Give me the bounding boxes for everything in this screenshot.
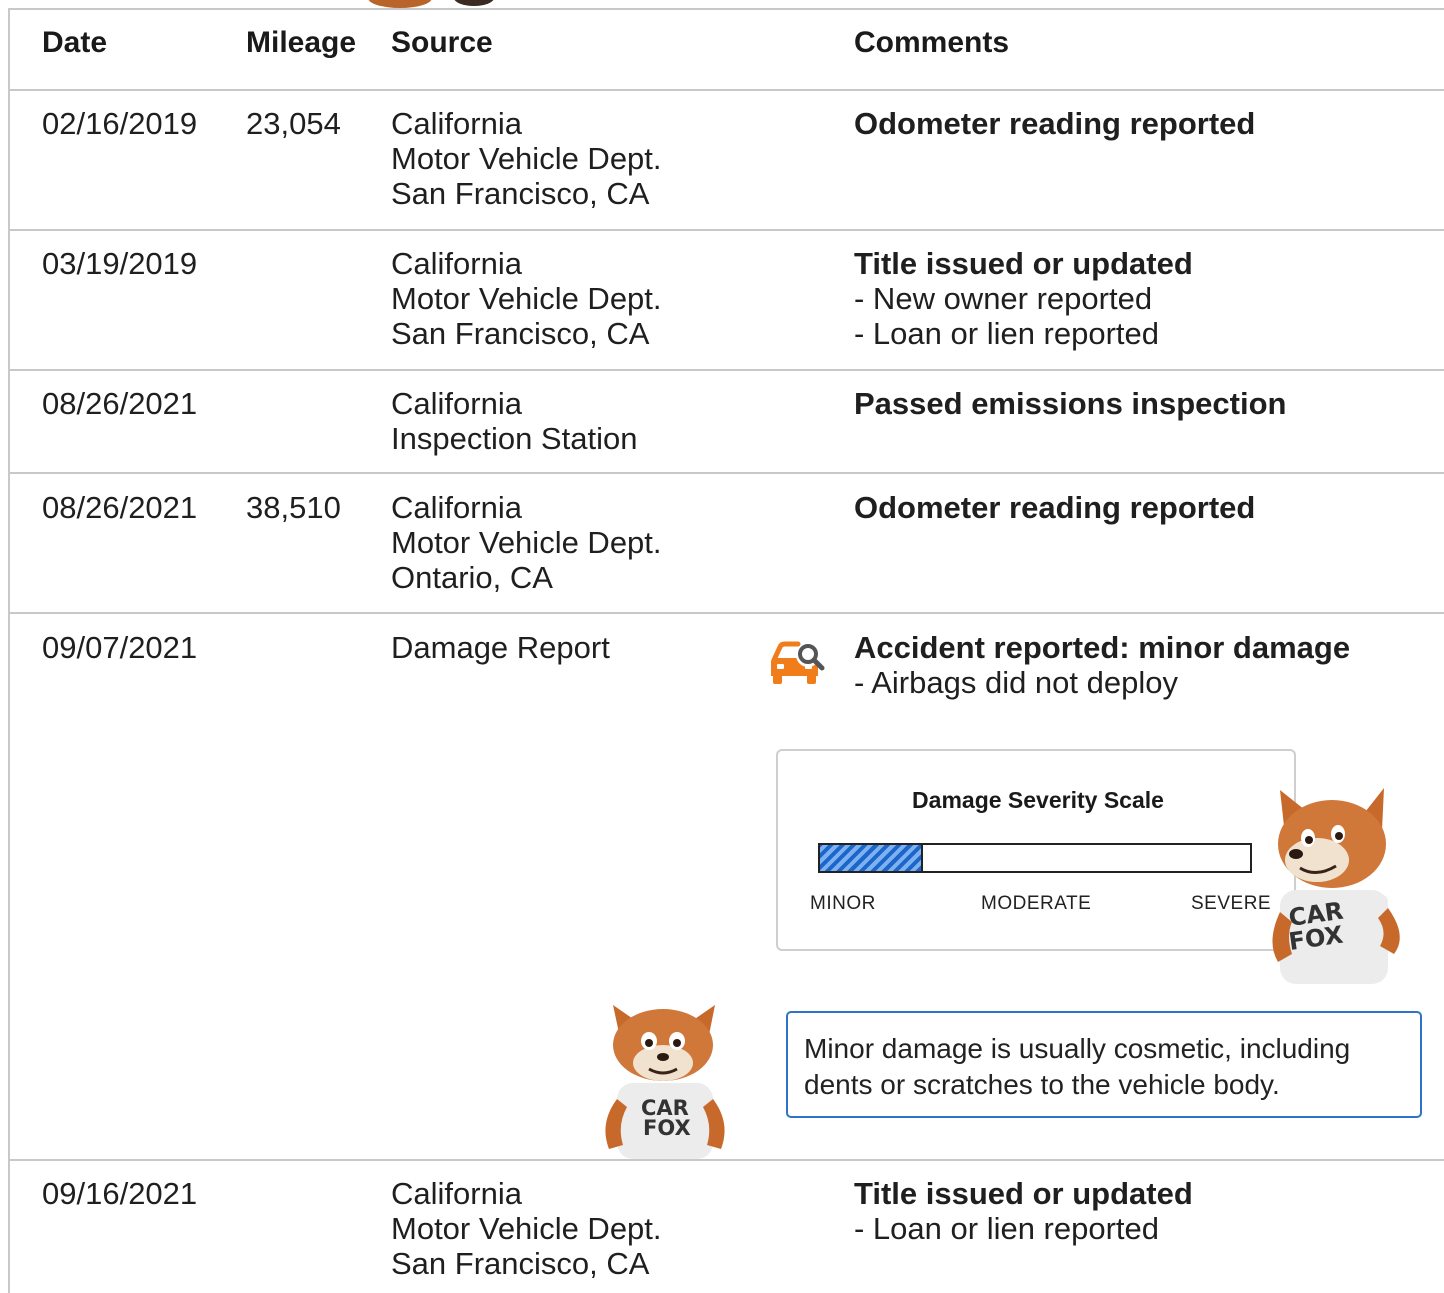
severity-bar-fill <box>820 845 924 871</box>
event-detail: - Loan or lien reported <box>854 1211 1160 1246</box>
fox-mascot-peek <box>360 0 500 8</box>
row-1-source: California Motor Vehicle Dept. San Franc… <box>391 106 662 211</box>
row-1-date: 02/16/2019 <box>42 106 198 141</box>
row-divider <box>8 369 1444 371</box>
fox-mascot: CAR FOX <box>597 1003 733 1164</box>
severity-bar <box>818 843 1252 873</box>
event-title: Odometer reading reported <box>854 106 1256 141</box>
source-line: California <box>391 246 522 281</box>
row-5-comments: Accident reported: minor damage - Airbag… <box>854 630 1350 700</box>
event-title: Title issued or updated <box>854 246 1193 281</box>
source-line: California <box>391 386 522 421</box>
row-3-comments: Passed emissions inspection <box>854 386 1286 421</box>
fox-shirt-text-2: FOX <box>643 1116 691 1140</box>
row-1-comments: Odometer reading reported <box>854 106 1255 141</box>
row-4-source: California Motor Vehicle Dept. Ontario, … <box>391 490 662 595</box>
row-6-date: 09/16/2021 <box>42 1176 198 1211</box>
column-header-date: Date <box>42 26 108 59</box>
row-divider <box>8 1159 1444 1161</box>
row-5-date: 09/07/2021 <box>42 630 198 665</box>
severity-label-severe: SEVERE <box>1191 893 1272 914</box>
row-2-source: California Motor Vehicle Dept. San Franc… <box>391 246 662 351</box>
row-2-comments: Title issued or updated - New owner repo… <box>854 246 1193 351</box>
row-6-source: California Motor Vehicle Dept. San Franc… <box>391 1176 662 1281</box>
event-title: Title issued or updated <box>854 1176 1193 1211</box>
event-detail: - Loan or lien reported <box>854 316 1160 351</box>
source-line: Motor Vehicle Dept. <box>391 1211 662 1246</box>
row-2-date: 03/19/2019 <box>42 246 198 281</box>
row-4-comments: Odometer reading reported <box>854 490 1255 525</box>
row-5-source: Damage Report <box>391 630 610 665</box>
row-divider <box>8 229 1444 231</box>
row-1-mileage: 23,054 <box>246 106 341 141</box>
column-header-source: Source <box>391 26 493 59</box>
row-3-date: 08/26/2021 <box>42 386 198 421</box>
row-4-mileage: 38,510 <box>246 490 341 525</box>
event-detail: - Airbags did not deploy <box>854 665 1178 700</box>
car-damage-icon <box>768 638 826 688</box>
row-divider <box>8 472 1444 474</box>
row-divider <box>8 89 1444 91</box>
source-line: California <box>391 1176 522 1211</box>
fox-mascot: CAR FOX <box>1262 786 1412 989</box>
source-line: San Francisco, CA <box>391 176 650 211</box>
row-3-source: California Inspection Station <box>391 386 637 456</box>
column-header-comments: Comments <box>854 26 1010 59</box>
row-6-comments: Title issued or updated - Loan or lien r… <box>854 1176 1193 1246</box>
source-line: California <box>391 106 522 141</box>
event-title: Accident reported: minor damage <box>854 630 1351 665</box>
severity-scale-title: Damage Severity Scale <box>912 787 1164 813</box>
row-divider <box>8 612 1444 614</box>
event-title: Odometer reading reported <box>854 490 1256 525</box>
source-line: Inspection Station <box>391 421 638 456</box>
column-header-mileage: Mileage <box>246 26 357 59</box>
source-line: San Francisco, CA <box>391 316 650 351</box>
source-line: Damage Report <box>391 630 610 665</box>
event-detail: - New owner reported <box>854 281 1153 316</box>
source-line: Motor Vehicle Dept. <box>391 141 662 176</box>
damage-severity-scale: Damage Severity Scale MINOR MODERATE SEV… <box>776 749 1296 951</box>
source-line: California <box>391 490 522 525</box>
row-4-date: 08/26/2021 <box>42 490 198 525</box>
source-line: San Francisco, CA <box>391 1246 650 1281</box>
source-line: Ontario, CA <box>391 560 553 595</box>
severity-label-moderate: MODERATE <box>981 893 1092 914</box>
event-title: Passed emissions inspection <box>854 386 1287 421</box>
severity-label-minor: MINOR <box>810 893 876 914</box>
damage-info-note: Minor damage is usually cosmetic, includ… <box>786 1011 1422 1118</box>
source-line: Motor Vehicle Dept. <box>391 281 662 316</box>
source-line: Motor Vehicle Dept. <box>391 525 662 560</box>
